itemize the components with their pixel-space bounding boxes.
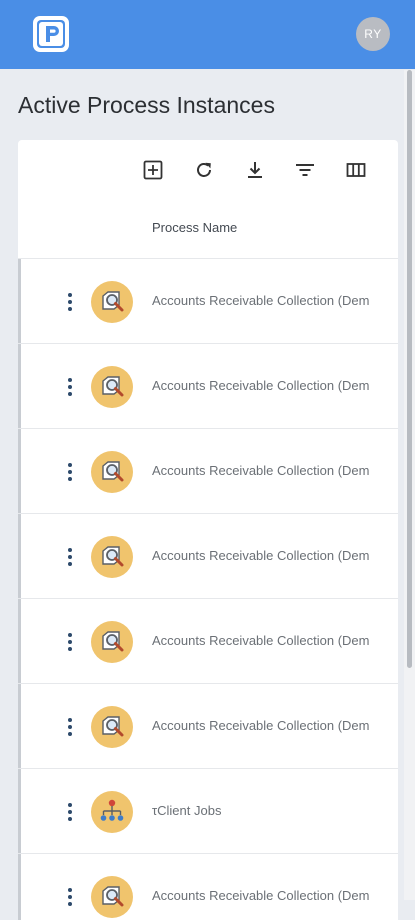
magnifier-document-icon (91, 536, 133, 578)
table-row[interactable]: τClient Jobs (18, 769, 398, 854)
row-menu-button[interactable] (60, 461, 80, 483)
magnifier-document-icon (91, 366, 133, 408)
table-row[interactable]: Accounts Receivable Collection (Dem (18, 684, 398, 769)
table-row[interactable]: Accounts Receivable Collection (Dem (18, 599, 398, 684)
page-title: Active Process Instances (18, 92, 275, 118)
more-vertical-icon (68, 633, 72, 651)
user-avatar[interactable]: RY (356, 17, 390, 51)
row-menu-button[interactable] (60, 886, 80, 908)
row-menu-button[interactable] (60, 801, 80, 823)
row-accent (18, 684, 21, 768)
row-accent (18, 344, 21, 428)
row-menu-button[interactable] (60, 716, 80, 738)
process-name: Accounts Receivable Collection (Dem (152, 718, 370, 733)
more-vertical-icon (68, 718, 72, 736)
magnifier-document-icon (91, 451, 133, 493)
page-scrollbar[interactable] (404, 70, 415, 900)
filter-button[interactable] (291, 156, 319, 184)
magnifier-document-icon (91, 876, 133, 918)
process-name: Accounts Receivable Collection (Dem (152, 293, 370, 308)
table-row[interactable]: Accounts Receivable Collection (Dem (18, 344, 398, 429)
process-name: Accounts Receivable Collection (Dem (152, 463, 370, 478)
filter-icon (296, 164, 314, 176)
more-vertical-icon (68, 548, 72, 566)
download-button[interactable] (241, 156, 269, 184)
table-row[interactable]: Accounts Receivable Collection (Dem (18, 259, 398, 344)
process-name: τClient Jobs (152, 803, 222, 818)
process-instances-table: Process Name Accounts Receivable Collect… (18, 140, 398, 920)
scrollbar-thumb[interactable] (407, 70, 412, 668)
table-row[interactable]: Accounts Receivable Collection (Dem (18, 854, 398, 920)
more-vertical-icon (68, 888, 72, 906)
process-name: Accounts Receivable Collection (Dem (152, 548, 370, 563)
row-menu-button[interactable] (60, 546, 80, 568)
columns-button[interactable] (342, 156, 370, 184)
row-menu-button[interactable] (60, 376, 80, 398)
more-vertical-icon (68, 803, 72, 821)
table-body: Accounts Receivable Collection (Dem Acco… (18, 259, 398, 920)
refresh-icon (197, 162, 211, 177)
magnifier-document-icon (91, 281, 133, 323)
add-icon (143, 160, 163, 180)
more-vertical-icon (68, 378, 72, 396)
magnifier-document-icon (91, 706, 133, 748)
app-header: RY (0, 0, 415, 69)
download-icon (248, 162, 262, 178)
columns-icon (346, 163, 366, 177)
row-accent (18, 259, 21, 343)
add-button[interactable] (139, 156, 167, 184)
column-header-process-name[interactable]: Process Name (152, 220, 237, 235)
row-accent (18, 769, 21, 853)
more-vertical-icon (68, 463, 72, 481)
process-name: Accounts Receivable Collection (Dem (152, 888, 370, 903)
table-row[interactable]: Accounts Receivable Collection (Dem (18, 429, 398, 514)
refresh-button[interactable] (190, 156, 218, 184)
magnifier-document-icon (91, 621, 133, 663)
row-menu-button[interactable] (60, 291, 80, 313)
more-vertical-icon (68, 293, 72, 311)
row-accent (18, 514, 21, 598)
row-menu-button[interactable] (60, 631, 80, 653)
process-name: Accounts Receivable Collection (Dem (152, 378, 370, 393)
process-name: Accounts Receivable Collection (Dem (152, 633, 370, 648)
row-accent (18, 854, 21, 920)
row-accent (18, 429, 21, 513)
org-chart-icon (91, 791, 133, 833)
p-logo-icon[interactable] (31, 14, 71, 54)
row-accent (18, 599, 21, 683)
table-row[interactable]: Accounts Receivable Collection (Dem (18, 514, 398, 599)
